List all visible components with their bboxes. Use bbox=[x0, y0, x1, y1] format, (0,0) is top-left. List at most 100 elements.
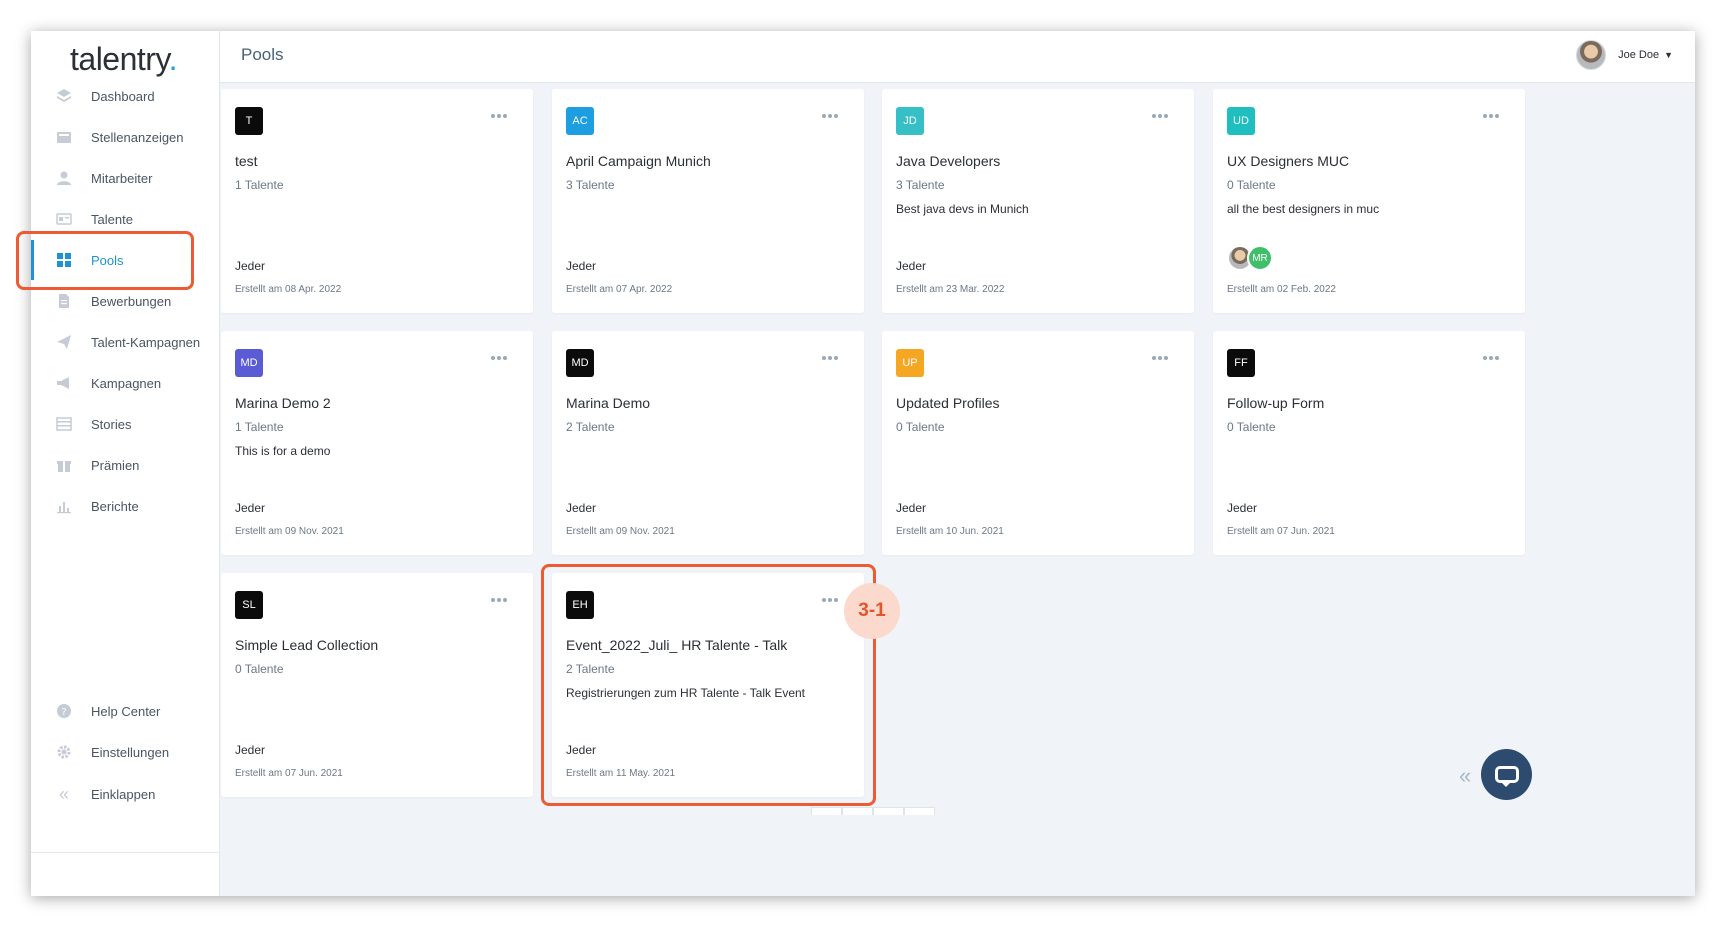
pool-owner: Jeder bbox=[1227, 501, 1258, 515]
sidebar-item-berichte[interactable]: Berichte bbox=[31, 486, 220, 526]
pool-owner: Jeder bbox=[896, 501, 927, 515]
pool-talent-count: 1 Talente bbox=[235, 420, 284, 434]
pool-title[interactable]: test bbox=[235, 153, 258, 169]
pool-badge: T bbox=[235, 107, 263, 135]
pool-owner: Jeder bbox=[235, 743, 266, 757]
pool-card[interactable]: SL Simple Lead Collection 0 Talente Jede… bbox=[221, 573, 533, 797]
page-button[interactable] bbox=[873, 807, 904, 815]
pool-card[interactable]: T test 1 Talente Jeder Erstellt am 08 Ap… bbox=[221, 89, 533, 313]
more-options-icon[interactable] bbox=[491, 111, 507, 121]
gift-icon bbox=[56, 457, 72, 473]
pool-description: Best java devs in Munich bbox=[896, 202, 1029, 216]
document-icon bbox=[56, 293, 72, 309]
pool-owner: Jeder bbox=[566, 501, 597, 515]
sidebar-item-stellenanzeigen[interactable]: Stellenanzeigen bbox=[31, 117, 220, 157]
pool-card[interactable]: FF Follow-up Form 0 Talente Jeder Erstel… bbox=[1213, 331, 1525, 555]
more-options-icon[interactable] bbox=[822, 111, 838, 121]
highlight-pools-nav bbox=[16, 231, 194, 290]
pool-badge: FF bbox=[1227, 349, 1255, 377]
pool-owner: Jeder bbox=[896, 259, 927, 273]
page-button[interactable] bbox=[904, 807, 935, 815]
id-card-icon bbox=[56, 211, 72, 227]
talentry-logo[interactable]: talentry. bbox=[70, 41, 177, 78]
svg-text:?: ? bbox=[61, 707, 66, 718]
pool-created-date: Erstellt am 02 Feb. 2022 bbox=[1227, 284, 1336, 295]
sidebar-item-einstellungen[interactable]: Einstellungen bbox=[31, 732, 220, 772]
pool-owner: Jeder bbox=[566, 259, 597, 273]
pool-title[interactable]: UX Designers MUC bbox=[1227, 153, 1349, 169]
page-button[interactable] bbox=[842, 807, 873, 815]
double-chevron-left-icon[interactable]: « bbox=[1459, 763, 1471, 789]
pool-title[interactable]: Java Developers bbox=[896, 153, 1000, 169]
gear-icon bbox=[56, 744, 72, 760]
page-title: Pools bbox=[241, 45, 284, 64]
chat-icon bbox=[1494, 766, 1519, 787]
pool-created-date: Erstellt am 09 Nov. 2021 bbox=[566, 526, 675, 537]
pool-talent-count: 0 Talente bbox=[1227, 178, 1276, 192]
pool-card[interactable]: MD Marina Demo 2 1 Talente This is for a… bbox=[221, 331, 533, 555]
question-icon: ? bbox=[56, 703, 72, 719]
pool-title[interactable]: Updated Profiles bbox=[896, 395, 1000, 411]
sidebar-item-stories[interactable]: Stories bbox=[31, 404, 220, 444]
pool-title[interactable]: Simple Lead Collection bbox=[235, 637, 378, 653]
pool-title[interactable]: Marina Demo 2 bbox=[235, 395, 331, 411]
pool-created-date: Erstellt am 10 Jun. 2021 bbox=[896, 526, 1004, 537]
pool-members: MR bbox=[1227, 245, 1273, 271]
avatar bbox=[1576, 40, 1607, 70]
sidebar-item-praemien[interactable]: Prämien bbox=[31, 445, 220, 485]
sidebar-item-label: Einstellungen bbox=[91, 744, 170, 760]
topbar: Pools Joe Doe ▼ bbox=[220, 31, 1695, 83]
chat-button[interactable] bbox=[1481, 749, 1532, 800]
pool-owner: Jeder bbox=[235, 501, 266, 515]
more-options-icon[interactable] bbox=[1483, 353, 1499, 363]
sidebar-item-label: Prämien bbox=[91, 457, 140, 473]
sidebar-item-label: Bewerbungen bbox=[91, 293, 172, 309]
sidebar-item-help-center[interactable]: ? Help Center bbox=[31, 691, 220, 731]
more-options-icon[interactable] bbox=[1152, 353, 1168, 363]
more-options-icon[interactable] bbox=[491, 595, 507, 605]
sidebar-item-label: Berichte bbox=[91, 498, 139, 514]
collapse-sidebar-button[interactable]: « Einklappen bbox=[31, 774, 220, 814]
pool-talent-count: 2 Talente bbox=[566, 420, 615, 434]
pool-talent-count: 1 Talente bbox=[235, 178, 284, 192]
pool-description: This is for a demo bbox=[235, 444, 331, 458]
pool-talent-count: 0 Talente bbox=[235, 662, 284, 676]
more-options-icon[interactable] bbox=[1483, 111, 1499, 121]
more-options-icon[interactable] bbox=[1152, 111, 1168, 121]
sidebar-item-label: Dashboard bbox=[91, 88, 155, 104]
page-button[interactable] bbox=[811, 807, 842, 815]
pool-badge: SL bbox=[235, 591, 263, 619]
pool-card[interactable]: AC April Campaign Munich 3 Talente Jeder… bbox=[552, 89, 864, 313]
pool-card[interactable]: JD Java Developers 3 Talente Best java d… bbox=[882, 89, 1194, 313]
double-chevron-left-icon: « bbox=[58, 783, 69, 804]
caret-down-icon: ▼ bbox=[1664, 50, 1673, 60]
pool-talent-count: 0 Talente bbox=[1227, 420, 1276, 434]
more-options-icon[interactable] bbox=[491, 353, 507, 363]
pool-card[interactable]: MD Marina Demo 2 Talente Jeder Erstellt … bbox=[552, 331, 864, 555]
pool-created-date: Erstellt am 07 Jun. 2021 bbox=[235, 768, 343, 779]
sidebar-item-talent-kampagnen[interactable]: Talent-Kampagnen bbox=[31, 322, 220, 362]
sidebar-item-label: Mitarbeiter bbox=[91, 170, 153, 186]
pool-created-date: Erstellt am 23 Mar. 2022 bbox=[896, 284, 1005, 295]
more-options-icon[interactable] bbox=[822, 353, 838, 363]
bar-chart-icon bbox=[56, 498, 72, 514]
pool-card[interactable]: UD UX Designers MUC 0 Talente all the be… bbox=[1213, 89, 1525, 313]
pool-badge: MD bbox=[566, 349, 594, 377]
sidebar-item-label: Stellenanzeigen bbox=[91, 129, 184, 145]
pool-badge: MD bbox=[235, 349, 263, 377]
collapse-label: Einklappen bbox=[91, 786, 156, 802]
inbox-icon bbox=[56, 129, 72, 145]
sidebar-item-dashboard[interactable]: Dashboard bbox=[31, 76, 220, 116]
pagination bbox=[811, 807, 935, 815]
pool-badge: JD bbox=[896, 107, 924, 135]
sidebar-item-mitarbeiter[interactable]: Mitarbeiter bbox=[31, 158, 220, 198]
pool-description: all the best designers in muc bbox=[1227, 202, 1380, 216]
user-menu[interactable]: Joe Doe ▼ bbox=[1576, 40, 1673, 70]
pool-created-date: Erstellt am 08 Apr. 2022 bbox=[235, 284, 342, 295]
sidebar-item-label: Talent-Kampagnen bbox=[91, 334, 201, 350]
pool-title[interactable]: Follow-up Form bbox=[1227, 395, 1324, 411]
pool-title[interactable]: Marina Demo bbox=[566, 395, 650, 411]
pool-card[interactable]: UP Updated Profiles 0 Talente Jeder Erst… bbox=[882, 331, 1194, 555]
pool-title[interactable]: April Campaign Munich bbox=[566, 153, 711, 169]
sidebar-item-kampagnen[interactable]: Kampagnen bbox=[31, 363, 220, 403]
